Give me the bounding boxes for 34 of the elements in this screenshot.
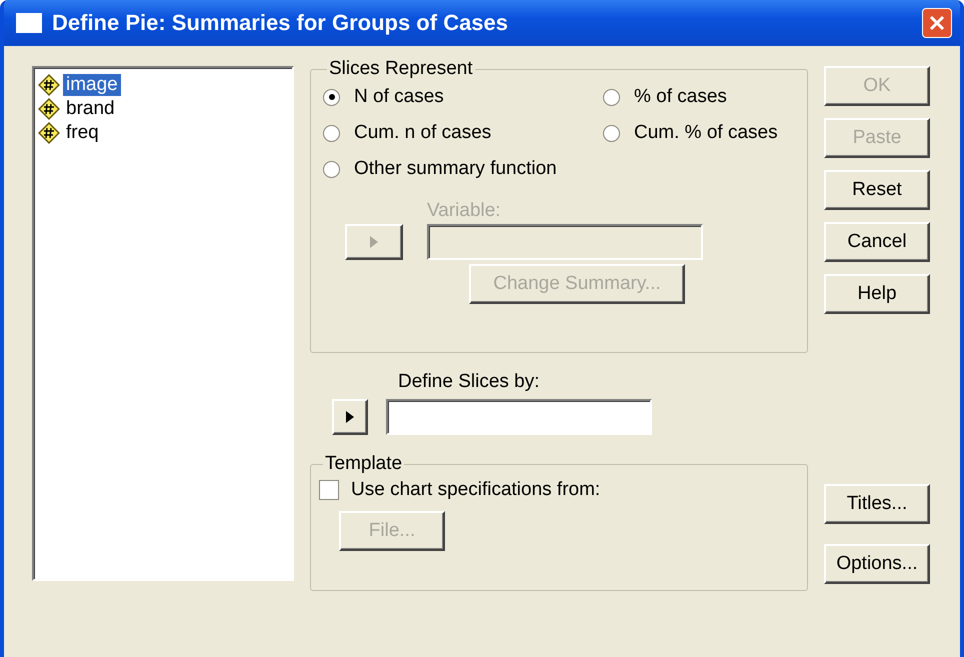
field-label: Define Slices by:	[397, 371, 541, 393]
checkbox[interactable]	[319, 480, 339, 500]
dialog-button[interactable]: Options...	[824, 544, 930, 584]
move-button[interactable]	[332, 399, 368, 435]
window-title: Define Pie: Summaries for Groups of Cases	[52, 10, 510, 36]
radio-label: % of cases	[634, 86, 727, 108]
dialog-button[interactable]: Help	[824, 274, 930, 314]
close-icon	[929, 15, 945, 31]
variable-item[interactable]: freq	[63, 122, 102, 144]
radio-label: Cum. n of cases	[354, 122, 492, 144]
checkbox-label: Use chart specifications from:	[351, 479, 600, 501]
radio-label: Other summary function	[354, 158, 557, 180]
variable-list[interactable]: image brand freq	[32, 66, 294, 581]
group-title: Template	[324, 453, 404, 475]
define-slices-field[interactable]	[386, 399, 652, 435]
right-arrow-icon	[370, 236, 378, 248]
radio-button[interactable]	[323, 124, 340, 142]
radio-button[interactable]	[323, 88, 340, 106]
dialog-button[interactable]: Titles...	[824, 484, 930, 524]
dialog-button[interactable]: Reset	[824, 170, 930, 210]
radio-label: Cum. % of cases	[634, 122, 778, 144]
window-icon	[16, 13, 42, 33]
close-button[interactable]	[922, 8, 952, 38]
radio-label: N of cases	[354, 86, 444, 108]
field-label: Variable:	[427, 200, 502, 222]
right-arrow-icon	[346, 411, 354, 423]
variable-item[interactable]: image	[63, 74, 121, 96]
variable-field[interactable]	[427, 224, 703, 260]
radio-button[interactable]	[323, 160, 340, 178]
group-title: Slices Represent	[328, 58, 474, 80]
radio-button[interactable]	[603, 88, 620, 106]
radio-button[interactable]	[603, 124, 620, 142]
dialog-button[interactable]: Cancel	[824, 222, 930, 262]
variable-item[interactable]: brand	[63, 98, 118, 120]
